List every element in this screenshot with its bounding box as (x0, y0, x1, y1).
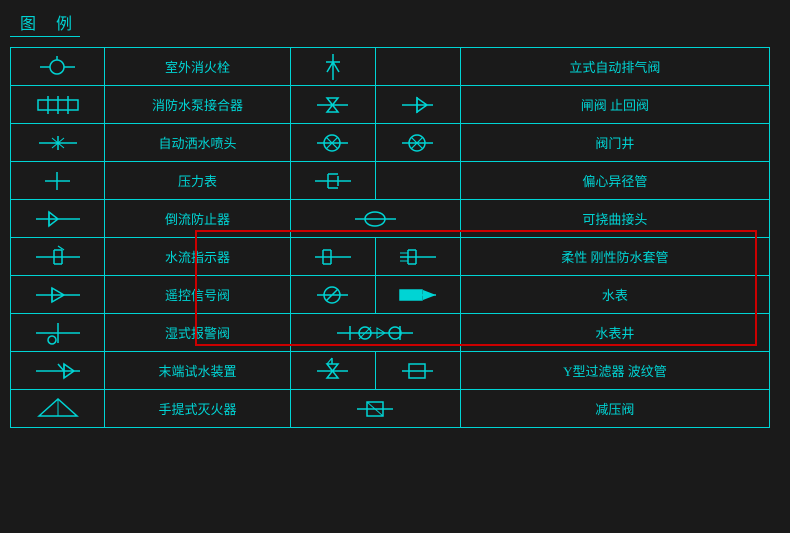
table-row: 湿式报警阀 水表井 (11, 314, 770, 352)
table-row: 末端试水装置 Y型过滤器 波纹管 (11, 352, 770, 390)
table-row: 消防水泵接合器 闸阀 止回阀 (11, 86, 770, 124)
flow-arrow-icon (398, 280, 438, 310)
symbol-cell (11, 390, 105, 428)
symbol-cell (375, 276, 460, 314)
symbol-cell (375, 352, 460, 390)
symbol-cell (11, 48, 105, 86)
symbol-cell (290, 86, 375, 124)
pressure-gauge-icon (40, 166, 75, 196)
symbol-cell (11, 276, 105, 314)
name-cell: 室外消火栓 (105, 48, 290, 86)
table-row: 压力表 偏心异径管 (11, 162, 770, 200)
symbol-cell (375, 238, 460, 276)
bellows-icon (400, 356, 435, 386)
pump-adapter-icon (34, 90, 82, 120)
symbol-cell (290, 200, 460, 238)
name-cell: 自动洒水喷头 (105, 124, 290, 162)
table-row: 倒流防止器 可挠曲接头 (11, 200, 770, 238)
pressure-reducing-valve-icon (355, 394, 395, 424)
name-cell: 压力表 (105, 162, 290, 200)
symbol-cell (290, 314, 460, 352)
hand-extinguisher-icon (34, 394, 82, 424)
name-cell: 水流指示器 (105, 238, 290, 276)
symbol-cell (290, 162, 375, 200)
symbol-cell (290, 276, 375, 314)
name-wide: 水表 (460, 276, 769, 314)
table-row: 自动洒水喷头 阀门井 (11, 124, 770, 162)
flexible-joint-icon (353, 204, 398, 234)
name-wide: 立式自动排气阀 (460, 48, 769, 86)
wet-alarm-valve-icon (34, 318, 82, 348)
symbol-cell (290, 390, 460, 428)
y-filter-icon (315, 356, 350, 386)
table-row: 室外消火栓 立式自动排气阀 (11, 48, 770, 86)
rigid-sleeve-icon (398, 242, 438, 272)
symbol-cell (11, 124, 105, 162)
name-cell: 湿式报警阀 (105, 314, 290, 352)
name-wide: 柔性 刚性防水套管 (460, 238, 769, 276)
symbol-cell (11, 200, 105, 238)
symbol-cell (290, 124, 375, 162)
name-wide: 减压阀 (460, 390, 769, 428)
butterfly-valve-icon (315, 128, 350, 158)
water-meter-icon (315, 280, 350, 310)
symbol-cell (11, 352, 105, 390)
symbol-cell (290, 352, 375, 390)
water-meter-well-icon (335, 318, 415, 348)
legend-table: 室外消火栓 立式自动排气阀 (10, 47, 770, 428)
name-cell: 手提式灭火器 (105, 390, 290, 428)
name-wide: 可挠曲接头 (460, 200, 769, 238)
name-cell: 末端试水装置 (105, 352, 290, 390)
gate-valve2-icon (400, 128, 435, 158)
symbol-cell (290, 238, 375, 276)
symbol-cell (11, 162, 105, 200)
symbol-cell (11, 86, 105, 124)
symbol-cell (11, 314, 105, 352)
table-row: 遥控信号阀 水表 (11, 276, 770, 314)
flex-sleeve-icon (313, 242, 353, 272)
outdoor-hydrant-icon (35, 52, 80, 82)
symbol-cell (290, 48, 375, 86)
symbol-cell (375, 162, 460, 200)
symbol-cell (375, 86, 460, 124)
backflow-preventer-icon (34, 204, 82, 234)
symbol-cell (11, 238, 105, 276)
end-test-device-icon (34, 356, 82, 386)
main-container: 图 例 室外消火栓 (0, 0, 790, 533)
name-cell: 遥控信号阀 (105, 276, 290, 314)
symbol-cell (375, 48, 460, 86)
name-wide: 水表井 (460, 314, 769, 352)
auto-vent-valve-icon (318, 52, 348, 82)
remote-signal-valve-icon (34, 280, 82, 310)
name-wide: 闸阀 止回阀 (460, 86, 769, 124)
name-wide: 偏心异径管 (460, 162, 769, 200)
name-wide: Y型过滤器 波纹管 (460, 352, 769, 390)
symbol-cell (375, 124, 460, 162)
table-row: 手提式灭火器 减压阀 (11, 390, 770, 428)
name-cell: 消防水泵接合器 (105, 86, 290, 124)
check-valve-icon (400, 90, 435, 120)
flow-indicator-icon (34, 242, 82, 272)
name-wide: 阀门井 (460, 124, 769, 162)
legend-title: 图 例 (10, 10, 80, 37)
gate-valve-icon (315, 90, 350, 120)
reducer-icon (313, 166, 353, 196)
table-row: 水流指示器 (11, 238, 770, 276)
sprinkler-icon (34, 128, 82, 158)
name-cell: 倒流防止器 (105, 200, 290, 238)
